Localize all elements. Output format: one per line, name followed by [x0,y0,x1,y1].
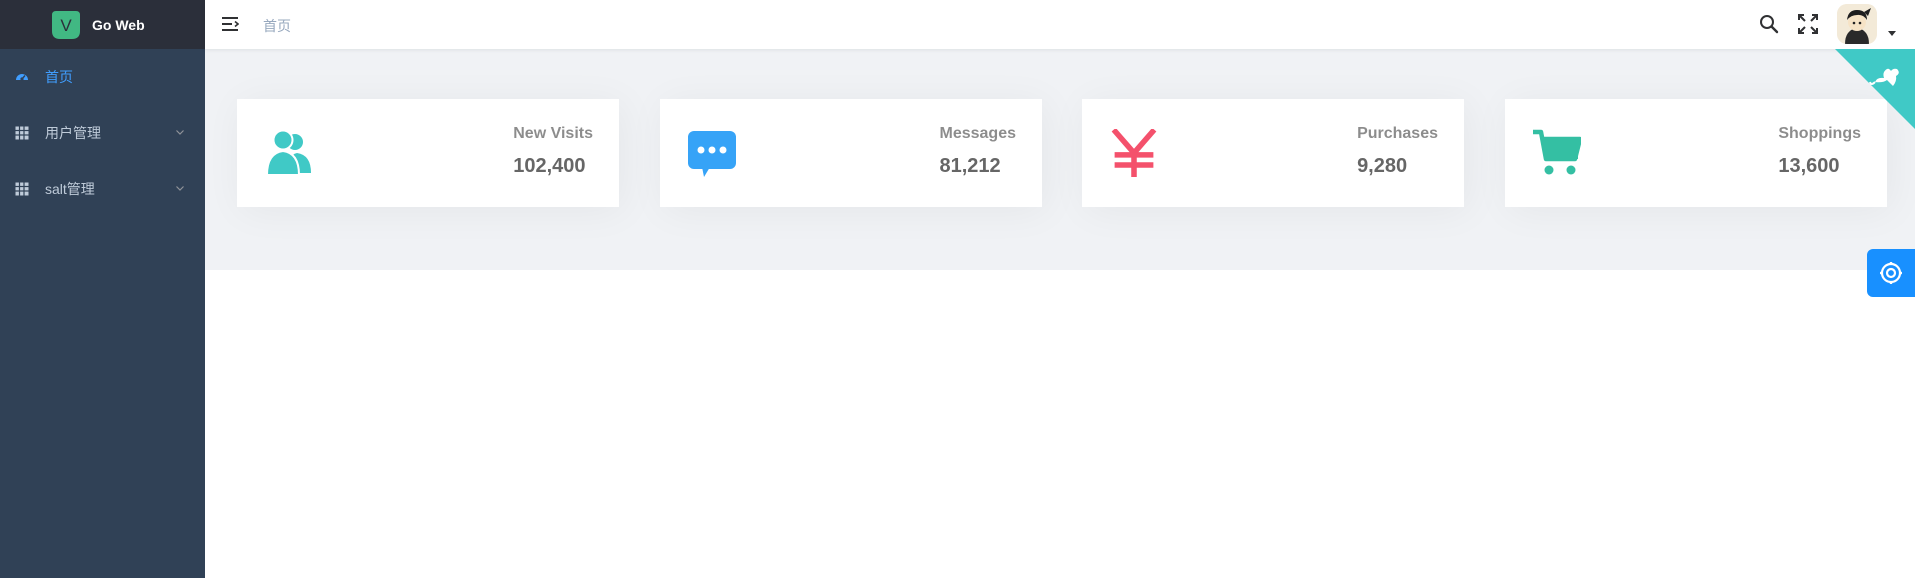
sidebar: V Go Web 首页 用户管理 salt管理 [0,0,205,578]
settings-tab[interactable] [1867,249,1915,297]
sidebar-item-label: 用户管理 [45,125,101,141]
avatar-image [1837,4,1877,44]
fullscreen-icon[interactable] [1797,13,1819,35]
card-messages[interactable]: Messages 81,212 [660,99,1042,207]
card-new-visits[interactable]: New Visits 102,400 [237,99,619,207]
search-icon[interactable] [1759,14,1779,34]
money-icon [1111,129,1157,177]
table-icon [15,182,29,196]
vue-logo-icon: V [52,10,80,39]
avatar[interactable] [1837,4,1877,44]
card-purchases[interactable]: Purchases 9,280 [1082,99,1464,207]
card-value: 13,600 [1778,155,1840,177]
panel-group: New Visits 102,400 Messages 81,212 Purch… [205,49,1915,270]
card-value: 9,280 [1357,155,1408,177]
card-label: Messages [939,125,1017,142]
caret-down-icon[interactable] [1888,31,1896,37]
app-title: Go Web [92,16,145,33]
navbar: 首页 [205,0,1915,49]
dashboard-icon [15,70,29,84]
card-text: Messages 81,212 [940,125,1017,178]
message-icon [688,131,736,177]
settings-icon [1880,262,1902,284]
sidebar-item-home[interactable]: 首页 [0,49,205,105]
github-corner-icon[interactable] [1835,49,1915,129]
hamburger-icon[interactable] [221,15,239,33]
sidebar-item-salt-management[interactable]: salt管理 [0,161,205,217]
chevron-down-icon [176,186,184,191]
sidebar-item-label: salt管理 [45,181,95,197]
logo-letter: V [60,16,72,35]
card-value: 81,212 [939,155,1001,177]
card-text: Shoppings 13,600 [1778,125,1861,178]
app-root: V Go Web 首页 用户管理 salt管理 首页 New Visits 10… [0,0,1915,578]
card-shoppings[interactable]: Shoppings 13,600 [1505,99,1887,207]
table-icon [15,126,29,140]
card-value: 102,400 [513,155,586,177]
card-text: Purchases 9,280 [1357,125,1438,178]
card-text: New Visits 102,400 [513,125,593,178]
card-label: New Visits [513,125,593,142]
chevron-down-icon [176,130,184,135]
shopping-icon [1533,129,1581,175]
breadcrumb[interactable]: 首页 [263,16,291,36]
main-content: New Visits 102,400 Messages 81,212 Purch… [205,49,1915,578]
sidebar-item-label: 首页 [45,69,73,85]
card-label: Purchases [1357,125,1438,142]
peoples-icon [265,129,311,176]
sidebar-logo[interactable]: V Go Web [0,0,205,49]
sidebar-item-user-management[interactable]: 用户管理 [0,105,205,161]
